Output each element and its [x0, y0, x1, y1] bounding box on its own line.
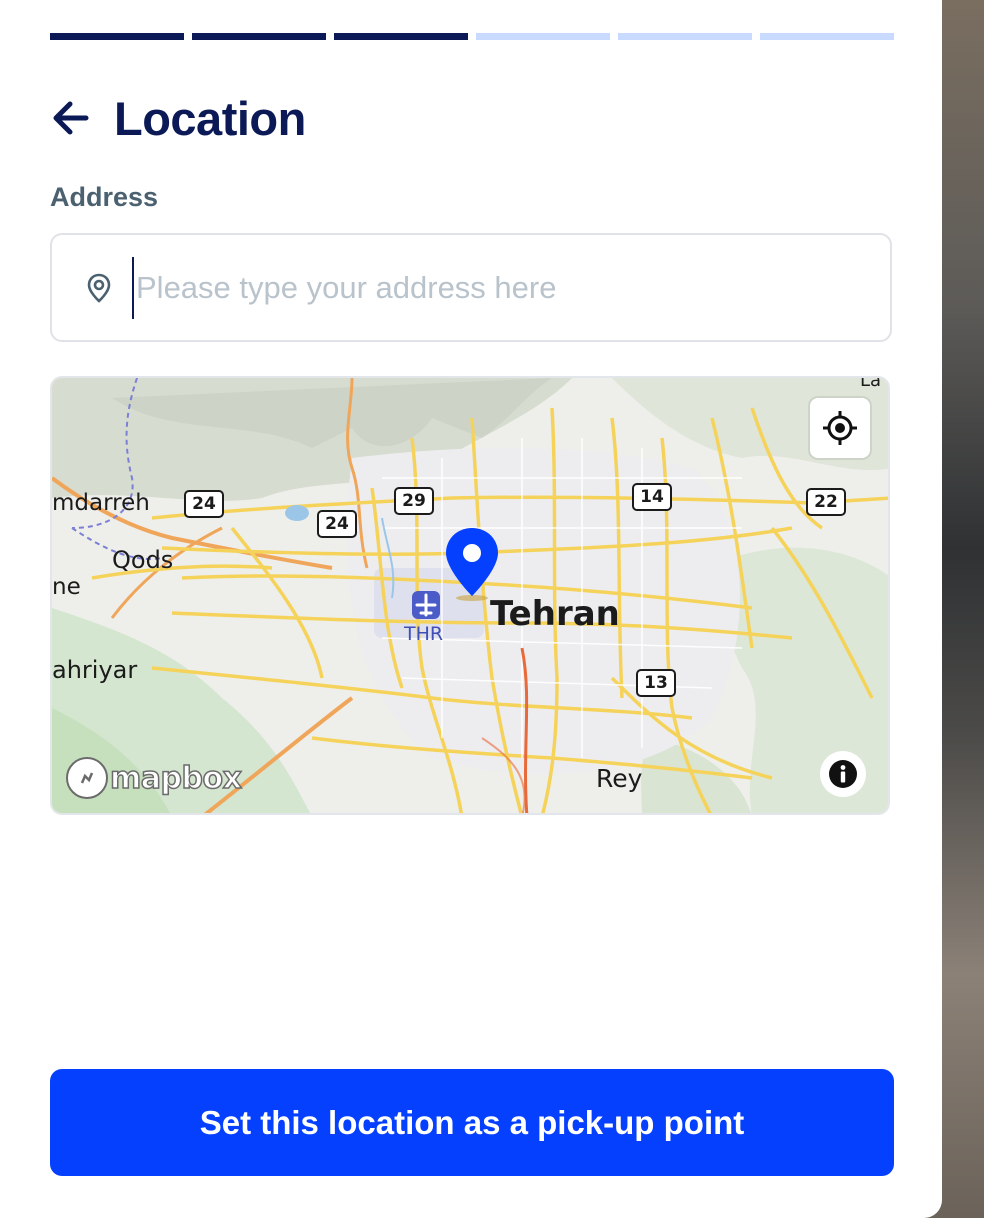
info-icon: [829, 760, 857, 788]
map-info-button[interactable]: [820, 751, 866, 797]
progress-step-5: [618, 33, 752, 40]
road-shield-22: 22: [806, 488, 846, 516]
road-shield-24-west: 24: [184, 490, 224, 518]
page-header: Location: [50, 88, 306, 148]
map-label-airport: THR: [404, 623, 444, 645]
progress-step-6: [760, 33, 894, 40]
map-label-partial-ne: ne: [52, 574, 81, 600]
locate-me-button[interactable]: [810, 398, 870, 458]
back-button[interactable]: [50, 94, 98, 142]
crosshair-icon: [823, 411, 857, 445]
road-shield-29: 29: [394, 487, 434, 515]
map-label-top-right: La: [860, 376, 882, 391]
map-label-mamdarreh: mdarreh: [52, 490, 150, 516]
set-pickup-point-button[interactable]: Set this location as a pick-up point: [50, 1069, 894, 1176]
map-label-tehran: Tehran: [490, 594, 620, 634]
location-pin-icon: [84, 273, 114, 303]
step-progress-bar: [50, 33, 894, 40]
road-shield-24: 24: [317, 510, 357, 538]
progress-step-2: [192, 33, 326, 40]
road-shield-14: 14: [632, 483, 672, 511]
mapbox-logo[interactable]: mapbox: [66, 757, 243, 799]
road-shield-13: 13: [636, 669, 676, 697]
progress-step-4: [476, 33, 610, 40]
map-marker-icon[interactable]: [444, 526, 500, 602]
map-view[interactable]: 24 24 29 14 22 13 mdarreh Qods ne ahriya…: [50, 376, 890, 815]
map-label-shahriyar: ahriyar: [52, 656, 138, 684]
address-label: Address: [50, 182, 159, 212]
page-title: Location: [114, 91, 306, 145]
arrow-left-icon: [53, 101, 89, 135]
address-input[interactable]: [132, 256, 858, 319]
progress-step-1: [50, 33, 184, 40]
mapbox-logo-icon: [66, 757, 108, 799]
mapbox-attribution: mapbox: [109, 760, 242, 797]
airport-icon: [412, 591, 440, 619]
map-label-rey: Rey: [596, 764, 643, 793]
map-label-qods: Qods: [112, 546, 174, 574]
progress-step-3: [334, 33, 468, 40]
address-field[interactable]: [50, 233, 892, 342]
